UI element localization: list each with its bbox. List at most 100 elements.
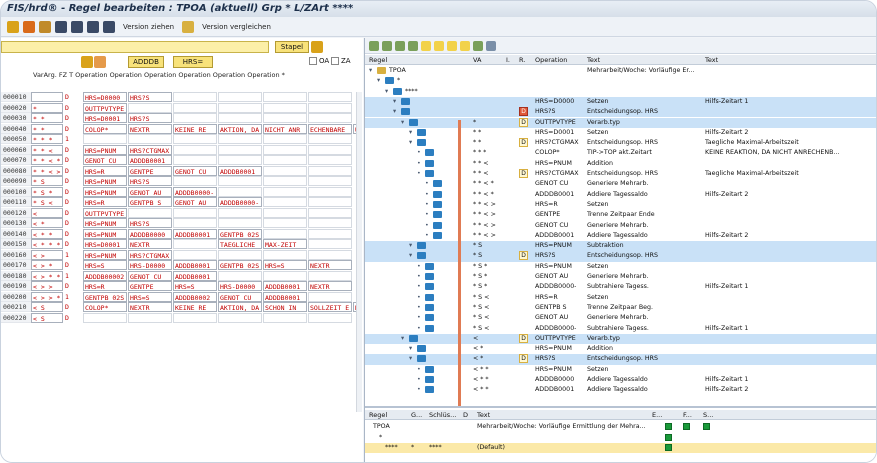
expand-toggle-icon[interactable]: •: [417, 282, 421, 292]
prev-page-icon[interactable]: [71, 20, 83, 33]
operation-cell[interactable]: GENTPE: [128, 281, 172, 291]
tree-row[interactable]: ▾ ****: [365, 87, 876, 97]
operation-cell[interactable]: NEXTR: [308, 260, 352, 270]
tree-row[interactable]: ▾ TPOA Mehrarbeit/Woche: Vorläufige Er...: [365, 66, 876, 76]
tree-row[interactable]: • * S < ADDDB0000- Subtrahiere Tagess. Hilfs…: [365, 324, 876, 334]
operation-cell[interactable]: [308, 249, 352, 260]
adddb-button[interactable]: ADDDB: [128, 56, 164, 68]
folder-icon[interactable]: [408, 40, 418, 51]
expand-toggle-icon[interactable]: •: [417, 313, 421, 323]
tree-row[interactable]: • * * * COLOP* TIP->TOP akt.Zeitart KEINE RE…: [365, 148, 876, 158]
grid-row[interactable]: 000020 * D OUTTPVTYPE: [1, 102, 361, 113]
operation-cell[interactable]: COLOP*: [83, 123, 127, 134]
tree-row[interactable]: • * * < > GENOT CU Generiere Mehrarb.: [365, 221, 876, 231]
operation-cell[interactable]: [263, 102, 307, 113]
tree-row[interactable]: • * * < > HRS=R Setzen: [365, 200, 876, 210]
operation-cell[interactable]: [173, 239, 217, 249]
operation-cell[interactable]: [263, 270, 307, 281]
operation-cell[interactable]: SOLLZEIT E: [308, 302, 352, 312]
expand-toggle-icon[interactable]: ▾: [409, 128, 412, 138]
tree-row[interactable]: ▾ < D OUTTPVTYPE Verarb.typ: [365, 333, 876, 345]
expand-toggle-icon[interactable]: •: [425, 190, 429, 200]
variant-cell[interactable]: * *: [31, 113, 63, 123]
grid-row[interactable]: 000030 * * D HRS=D0001 HRS?S: [1, 113, 361, 123]
operation-cell[interactable]: [173, 249, 217, 260]
expand-toggle-icon[interactable]: ▾: [377, 76, 380, 86]
move-up-icon[interactable]: [81, 56, 93, 68]
operation-cell[interactable]: [128, 207, 172, 218]
expand-toggle-icon[interactable]: •: [425, 231, 429, 241]
operation-cell[interactable]: HRS?S: [128, 113, 172, 123]
compare-icon[interactable]: [182, 20, 195, 33]
operation-cell[interactable]: HRS=R: [83, 281, 127, 291]
last-page-icon[interactable]: [103, 20, 115, 33]
operation-cell[interactable]: [308, 134, 352, 144]
variant-row[interactable]: *: [365, 433, 876, 443]
operation-cell[interactable]: [218, 270, 262, 281]
operation-cell[interactable]: [263, 249, 307, 260]
delete-icon[interactable]: [486, 40, 496, 51]
operation-cell[interactable]: GENTPB 02S: [218, 260, 262, 270]
operation-cell[interactable]: [128, 134, 172, 144]
tree-row[interactable]: ▾ * * HRS=D0001 Setzen Hilfs-Zeitart 2: [365, 128, 876, 138]
operation-cell[interactable]: [263, 113, 307, 123]
operation-cell[interactable]: [308, 291, 352, 302]
expand-toggle-icon[interactable]: •: [417, 375, 421, 385]
operation-cell[interactable]: ADDDB0001: [218, 165, 262, 176]
expand-icon[interactable]: [369, 40, 379, 51]
operation-cell[interactable]: [308, 102, 352, 113]
za-checkbox[interactable]: [331, 57, 339, 65]
operation-cell[interactable]: ADDDB0001: [173, 228, 217, 239]
operation-cell[interactable]: [218, 176, 262, 186]
operation-cell[interactable]: HRS=S: [83, 260, 127, 270]
grid-row[interactable]: 000160 < >1 HRS=PNUM HRS?CTGMAX: [1, 249, 361, 260]
tree-row[interactable]: • * * < HRS=PNUM Addition: [365, 159, 876, 169]
grid-row[interactable]: 000040 * * D COLOP* NEXTR KEINE RE AKTION, DA N…: [1, 123, 361, 134]
operation-cell[interactable]: [173, 144, 217, 155]
cut-icon[interactable]: [460, 40, 470, 51]
operation-cell[interactable]: HRS?S: [128, 176, 172, 186]
operation-cell[interactable]: [308, 155, 352, 165]
variant-cell[interactable]: < S: [31, 302, 63, 312]
expand-toggle-icon[interactable]: ▾: [393, 97, 396, 107]
copy-icon[interactable]: [434, 40, 444, 51]
operation-cell[interactable]: HRS=PNUM: [83, 144, 127, 155]
expand-toggle-icon[interactable]: ▾: [409, 241, 412, 251]
operation-cell[interactable]: HRS?S: [128, 92, 172, 102]
operation-cell[interactable]: HRS=R: [83, 197, 127, 207]
command-input[interactable]: [1, 41, 269, 53]
operation-cell[interactable]: [263, 165, 307, 176]
operation-cell[interactable]: ADDDB0001: [263, 291, 307, 302]
collapse-icon[interactable]: [382, 40, 392, 51]
expand-toggle-icon[interactable]: ▾: [401, 118, 404, 128]
operation-cell[interactable]: GENOT CU: [128, 270, 172, 281]
tree-row[interactable]: • * S * ADDDB0000- Subtrahiere Tagess. Hilfs…: [365, 282, 876, 292]
operation-cell[interactable]: [173, 134, 217, 144]
tree-row[interactable]: • < * * HRS=PNUM Setzen: [365, 365, 876, 375]
operation-cell[interactable]: HRS=PNUM: [83, 176, 127, 186]
expand-toggle-icon[interactable]: ▾: [409, 344, 412, 354]
tree-row[interactable]: • * * < * ADDDB0001 Addiere Tagessaldo Hilfs…: [365, 190, 876, 200]
operation-cell[interactable]: COLOP*: [83, 302, 127, 312]
new-icon[interactable]: [421, 40, 431, 51]
grid-row[interactable]: 000100 * S * D HRS=PNUM GENOT AU ADDDB0000-: [1, 186, 361, 197]
operation-cell[interactable]: [173, 113, 217, 123]
operation-cell[interactable]: [263, 176, 307, 186]
operation-cell[interactable]: HRS=D0000: [83, 92, 127, 102]
variant-cell[interactable]: < > > *: [31, 291, 63, 302]
grid-row[interactable]: 000220 < SD: [1, 312, 361, 323]
operation-cell[interactable]: [173, 176, 217, 186]
operation-cell[interactable]: NICHT ANR: [263, 123, 307, 134]
operation-cell[interactable]: [173, 92, 217, 102]
operation-cell[interactable]: [263, 228, 307, 239]
pencil-icon[interactable]: [473, 40, 483, 51]
oa-checkbox[interactable]: [309, 57, 317, 65]
operation-cell[interactable]: [218, 207, 262, 218]
tree-row[interactable]: • < * * ADDDB0001 Addiere Tagessaldo Hilfs-Z…: [365, 385, 876, 395]
operation-cell[interactable]: NEXTR: [128, 239, 172, 249]
operation-cell[interactable]: KEINE RE: [173, 123, 217, 134]
grid-row[interactable]: 000120 < D OUTTPVTYPE: [1, 207, 361, 218]
variant-cell[interactable]: < *: [31, 218, 63, 228]
operation-cell[interactable]: ADDDB0000-: [173, 186, 217, 197]
variant-cell[interactable]: < S: [31, 312, 63, 323]
